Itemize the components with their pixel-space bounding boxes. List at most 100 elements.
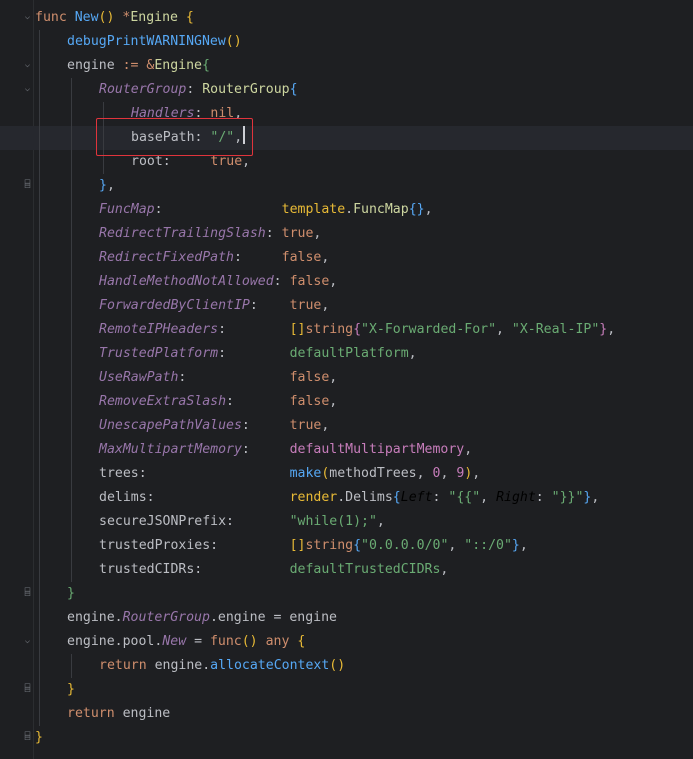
code-token: {	[353, 538, 362, 553]
code-token: template	[281, 202, 346, 217]
indent-guide	[39, 174, 40, 198]
code-token: true	[289, 298, 322, 313]
code-token: ,	[480, 490, 497, 505]
code-token: trees	[99, 466, 139, 481]
code-line[interactable]: return engine	[0, 702, 693, 726]
code-token: :=	[122, 58, 147, 73]
code-token: debugPrintWARNINGNew	[67, 34, 226, 49]
fold-close-icon[interactable]: ⌸	[22, 684, 33, 695]
code-line[interactable]: RedirectTrailingSlash: true,	[0, 222, 693, 246]
indent-guide	[71, 342, 72, 366]
code-line[interactable]: UnescapePathValues: true,	[0, 414, 693, 438]
code-line[interactable]: debugPrintWARNINGNew()	[0, 30, 693, 54]
code-line[interactable]: HandleMethodNotAllowed: false,	[0, 270, 693, 294]
code-token: ,	[329, 394, 338, 409]
indent-guide	[71, 486, 72, 510]
code-line[interactable]: trustedCIDRs: defaultTrustedCIDRs,	[0, 558, 693, 582]
code-line[interactable]: TrustedPlatform: defaultPlatform,	[0, 342, 693, 366]
code-line[interactable]: ⌸},	[0, 174, 693, 198]
code-token: UnescapePathValues	[99, 418, 242, 433]
code-line[interactable]: RemoveExtraSlash: false,	[0, 390, 693, 414]
code-token: :	[194, 562, 290, 577]
code-token: FuncMap	[99, 202, 155, 217]
code-token: ,	[591, 490, 600, 505]
code-token: "}}"	[551, 490, 584, 505]
fold-open-icon[interactable]: ⌵	[22, 84, 33, 95]
indent-guide	[39, 54, 40, 78]
indent-guide	[71, 534, 72, 558]
fold-open-icon[interactable]: ⌵	[22, 12, 33, 23]
code-text: trustedCIDRs: defaultTrustedCIDRs,	[99, 558, 448, 582]
code-line[interactable]: trustedProxies: []string{"0.0.0.0/0", ":…	[0, 534, 693, 558]
code-line[interactable]: ⌵ engine.pool.New = func() any {	[0, 630, 693, 654]
code-token: engine	[217, 610, 266, 625]
code-line[interactable]: ⌸}	[0, 582, 693, 606]
code-editor[interactable]: ⌵ func New() *Engine {debugPrintWARNINGNe…	[0, 0, 693, 759]
code-token: RedirectFixedPath	[99, 250, 234, 265]
indent-guide	[39, 654, 40, 678]
code-token: func	[209, 634, 242, 649]
code-line[interactable]: MaxMultipartMemory: defaultMultipartMemo…	[0, 438, 693, 462]
code-area[interactable]: ⌵ func New() *Engine {debugPrintWARNINGNe…	[0, 0, 693, 759]
indent-guide	[71, 150, 72, 174]
indent-guide	[71, 294, 72, 318]
code-line[interactable]: RemoteIPHeaders: []string{"X-Forwarded-F…	[0, 318, 693, 342]
code-token: .	[114, 610, 123, 625]
code-token: make	[289, 466, 322, 481]
code-token: .	[337, 490, 346, 505]
code-line[interactable]: FuncMap: template.FuncMap{},	[0, 198, 693, 222]
indent-guide	[71, 462, 72, 486]
code-text: ForwardedByClientIP: true,	[99, 294, 329, 318]
code-text: RemoveExtraSlash: false,	[99, 390, 337, 414]
indent-guide	[39, 462, 40, 486]
code-line[interactable]: RedirectFixedPath: false,	[0, 246, 693, 270]
code-line[interactable]: engine.RouterGroup.engine = engine	[0, 606, 693, 630]
code-line[interactable]: return engine.allocateContext()	[0, 654, 693, 678]
code-line[interactable]: secureJSONPrefix: "while(1);",	[0, 510, 693, 534]
code-line[interactable]: ⌵ engine := &Engine{	[0, 54, 693, 78]
indent-guide	[71, 198, 72, 222]
fold-close-icon[interactable]: ⌸	[22, 180, 33, 191]
annotation-highlight-box	[96, 118, 253, 156]
code-text: return engine.allocateContext()	[99, 654, 345, 678]
code-token: Engine	[130, 10, 186, 25]
indent-guide	[39, 414, 40, 438]
code-token: .	[202, 658, 211, 673]
fold-close-icon[interactable]: ⌸	[22, 588, 33, 599]
indent-guide	[71, 246, 72, 270]
code-token: Left	[400, 490, 433, 505]
code-line[interactable]: ⌵ func New() *Engine {	[0, 6, 693, 30]
indent-guide	[71, 558, 72, 582]
code-token: FuncMap	[353, 202, 409, 217]
code-token: ,	[313, 226, 322, 241]
code-token: New	[162, 634, 187, 649]
code-token: ()	[98, 10, 123, 25]
code-token: :	[249, 298, 290, 313]
code-text: UseRawPath: false,	[99, 366, 337, 390]
code-line[interactable]: ForwardedByClientIP: true,	[0, 294, 693, 318]
code-token: {	[297, 634, 306, 649]
indent-guide	[39, 102, 40, 126]
code-token: ,	[519, 538, 528, 553]
indent-guide	[71, 414, 72, 438]
indent-guide	[39, 318, 40, 342]
code-token: :	[210, 538, 290, 553]
code-line[interactable]: delims: render.Delims{Left: "{{", Right:…	[0, 486, 693, 510]
indent-guide	[39, 342, 40, 366]
code-line[interactable]: ⌸}	[0, 678, 693, 702]
code-token: []	[289, 322, 306, 337]
code-text: FuncMap: template.FuncMap{},	[99, 198, 433, 222]
code-token: :	[241, 442, 290, 457]
code-line[interactable]: UseRawPath: false,	[0, 366, 693, 390]
code-text: RedirectFixedPath: false,	[99, 246, 329, 270]
code-token: :	[186, 82, 203, 97]
code-line[interactable]: ⌵ RouterGroup: RouterGroup{	[0, 78, 693, 102]
indent-guide	[71, 222, 72, 246]
fold-open-icon[interactable]: ⌵	[22, 636, 33, 647]
code-token: :	[535, 490, 552, 505]
code-line[interactable]: trees: make(methodTrees, 0, 9),	[0, 462, 693, 486]
code-line[interactable]: ⌸}	[0, 726, 693, 750]
fold-close-icon[interactable]: ⌸	[22, 732, 33, 743]
code-token: HandleMethodNotAllowed	[99, 274, 274, 289]
fold-open-icon[interactable]: ⌵	[22, 60, 33, 71]
